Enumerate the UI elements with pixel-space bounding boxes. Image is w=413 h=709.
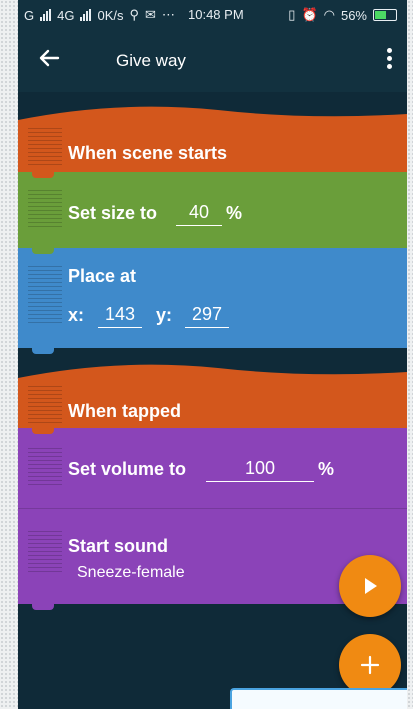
network-type: G <box>24 7 35 23</box>
wifi-icon: ◠ <box>323 7 335 22</box>
arrow-left-icon[interactable] <box>38 47 60 74</box>
more-vertical-icon[interactable] <box>385 48 393 72</box>
battery-fill <box>375 11 386 19</box>
status-right: ▯ ⏰ ◠ 56% <box>288 7 397 23</box>
overlay-window-corner <box>230 688 407 709</box>
when-scene-starts-block[interactable]: When scene starts <box>18 128 407 172</box>
block-label: When scene starts <box>68 143 228 163</box>
block-label: Place at <box>68 266 137 286</box>
volume-unit: % <box>318 459 335 479</box>
when-tapped-block[interactable]: When tapped <box>18 386 407 428</box>
play-button[interactable] <box>339 555 401 617</box>
signal-icon-2 <box>80 9 92 21</box>
y-label: y: <box>156 305 173 325</box>
size-input[interactable]: 40 <box>176 202 222 226</box>
app-bar: Give way <box>18 30 407 92</box>
more-notifications-icon: ⋯ <box>161 7 175 22</box>
usb-icon: ⚲ <box>129 7 140 22</box>
hat-block-cap <box>18 364 407 388</box>
status-left: G 4G 0K/s ⚲ ✉ ⋯ <box>24 7 175 23</box>
drag-handle[interactable] <box>28 448 62 486</box>
plus-icon <box>360 655 380 675</box>
battery-percent: 56% <box>340 7 367 23</box>
drag-handle[interactable] <box>28 386 62 424</box>
page-title: Give way <box>116 51 186 70</box>
drag-handle[interactable] <box>28 266 62 324</box>
x-input[interactable]: 143 <box>98 304 142 328</box>
volume-input[interactable]: 100 <box>206 458 314 482</box>
drag-handle[interactable] <box>28 531 62 575</box>
left-background-pattern <box>0 0 18 709</box>
data-speed: 0K/s <box>97 7 124 23</box>
hat-block-cap <box>18 106 407 130</box>
mail-icon: ✉ <box>145 7 156 22</box>
set-volume-block[interactable]: Set volume to 100 % <box>18 428 407 508</box>
status-time: 10:48 PM <box>188 7 244 22</box>
drag-handle[interactable] <box>28 128 62 168</box>
size-unit: % <box>226 203 243 223</box>
block-label: Start sound <box>68 536 169 556</box>
network-type-2: 4G <box>57 7 75 23</box>
block-bottom-tab <box>32 604 54 610</box>
block-label: Set size to <box>68 203 158 223</box>
right-background-pattern <box>407 0 413 709</box>
phone-screen: G 4G 0K/s ⚲ ✉ ⋯ 10:48 PM ▯ ⏰ ◠ 56% Give … <box>18 0 407 709</box>
status-bar: G 4G 0K/s ⚲ ✉ ⋯ 10:48 PM ▯ ⏰ ◠ 56% <box>18 0 407 30</box>
drag-handle[interactable] <box>28 190 62 228</box>
set-size-block[interactable]: Set size to 40 % <box>18 172 407 248</box>
alarm-icon: ⏰ <box>301 7 318 22</box>
place-at-block[interactable]: Place at x: 143 y: 297 <box>18 248 407 348</box>
signal-icon <box>40 9 52 21</box>
add-button[interactable] <box>339 634 401 696</box>
block-label: Set volume to <box>68 459 187 479</box>
y-input[interactable]: 297 <box>185 304 229 328</box>
sound-name[interactable]: Sneeze-female <box>77 564 185 582</box>
battery-icon <box>373 9 397 21</box>
x-label: x: <box>68 305 85 325</box>
vibrate-icon: ▯ <box>288 7 296 22</box>
block-label: When tapped <box>68 401 181 421</box>
block-bottom-tab <box>32 348 54 354</box>
play-icon <box>365 578 377 594</box>
